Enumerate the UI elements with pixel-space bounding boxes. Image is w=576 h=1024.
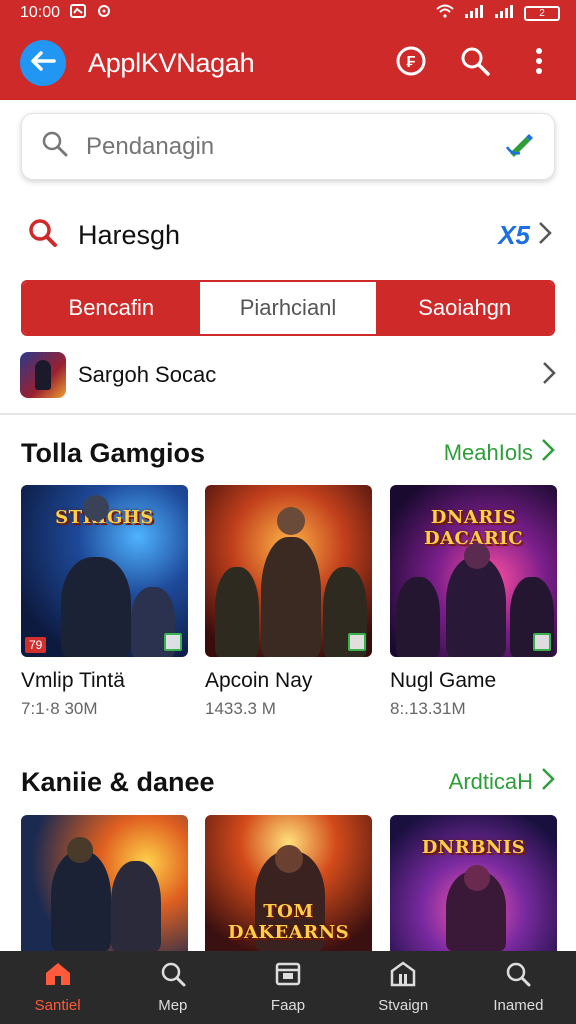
featured-label: Sargoh Socac — [78, 362, 217, 387]
game-name: Apcoin Nay — [205, 669, 313, 692]
more-button[interactable] — [522, 46, 556, 80]
segment-tab-1[interactable]: Bencafin — [23, 282, 200, 334]
chevron-right-icon — [541, 438, 555, 468]
game-card-art — [21, 815, 188, 951]
filter-header[interactable]: Haresgh X5 — [28, 212, 552, 258]
app-bar: ApplKVNagah ₣ — [0, 26, 576, 100]
section-title: Tolla Gamgios — [21, 437, 206, 468]
wifi-icon — [436, 4, 454, 23]
signal-icon-2 — [494, 4, 514, 23]
coin-button[interactable]: ₣ — [394, 46, 428, 80]
nav-label: Mep — [158, 997, 188, 1014]
chevron-right-icon — [542, 361, 556, 390]
section-header-1: Tolla Gamgios MeahIols — [21, 433, 555, 473]
home-icon — [44, 961, 72, 991]
verified-icon — [533, 633, 551, 651]
search-icon — [160, 961, 186, 991]
game-badge: 79 — [25, 637, 47, 653]
nav-item-home[interactable]: Santiel — [0, 951, 115, 1024]
section-title: Kaniie & danee — [21, 766, 215, 797]
settings-icon — [96, 3, 112, 24]
voice-edit-icon[interactable] — [504, 129, 534, 164]
section-link-label: ArdticaH — [448, 769, 533, 794]
chevron-right-icon — [538, 221, 552, 250]
game-card-art — [205, 485, 372, 657]
game-card-art: STRIGHS 79 — [21, 485, 188, 657]
nav-item-map[interactable]: Mep — [115, 951, 230, 1024]
app-title: ApplKVNagah — [88, 47, 255, 78]
nav-label: Stvaign — [378, 997, 429, 1014]
bottom-navigation: Santiel Mep Faap Stvaign Inamed — [0, 951, 576, 1024]
search-icon — [505, 961, 531, 991]
search-button[interactable] — [458, 46, 492, 80]
filter-title: Haresgh — [78, 219, 181, 250]
segmented-control: Bencafin Piarhcianl Saoiahgn — [21, 280, 555, 336]
verified-icon — [164, 633, 182, 651]
status-bar: 10:00 2 — [0, 0, 576, 26]
divider — [0, 413, 576, 415]
game-card[interactable]: Apcoin Nay 1433.3 M — [205, 485, 372, 719]
status-time: 10:00 — [20, 4, 61, 21]
verified-icon — [348, 633, 366, 651]
section-link-label: MeahIols — [443, 440, 533, 465]
signal-icon — [464, 4, 484, 23]
search-box[interactable] — [21, 113, 555, 180]
game-card-art: DNARIS DACARIC — [390, 485, 557, 657]
game-card[interactable]: DNRBNIS — [390, 815, 557, 951]
chevron-right-icon — [541, 767, 555, 797]
nav-label: Faap — [270, 997, 306, 1014]
game-card-art: DNRBNIS — [390, 815, 557, 951]
nav-item-apps[interactable]: Faap — [230, 951, 345, 1024]
coin-icon: ₣ — [395, 45, 427, 82]
game-card[interactable]: STRIGHS 79 Vmlip Tintä 7:1·8 30M — [21, 485, 188, 719]
nav-item-named[interactable]: Inamed — [461, 951, 576, 1024]
search-icon — [460, 46, 490, 81]
game-size: 8:.13.31M — [390, 699, 466, 718]
featured-thumbnail — [20, 352, 66, 398]
segment-tab-2[interactable]: Piarhcianl — [199, 282, 377, 334]
battery-icon: 2 — [524, 5, 560, 21]
folder-icon — [275, 961, 301, 991]
back-button[interactable] — [20, 40, 66, 86]
game-card[interactable]: DNARIS DACARIC Nugl Game 8:.13.31M — [390, 485, 557, 719]
segment-tab-3[interactable]: Saoiahgn — [376, 282, 553, 334]
nav-label: Santiel — [34, 997, 81, 1014]
search-input[interactable] — [86, 132, 504, 161]
back-arrow-icon — [30, 50, 56, 77]
nav-item-store[interactable]: Stvaign — [346, 951, 461, 1024]
game-art-title: TOM DAKEARNS — [227, 901, 350, 943]
section-more-link[interactable]: MeahIols — [444, 438, 555, 468]
filter-count: X5 — [498, 219, 530, 250]
game-size: 7:1·8 30M — [21, 699, 98, 718]
game-card[interactable]: TOM DAKEARNS — [205, 815, 372, 951]
game-card-art: TOM DAKEARNS — [205, 815, 372, 951]
search-icon — [28, 218, 58, 253]
notification-icon — [70, 3, 87, 23]
featured-row[interactable]: Sargoh Socac — [20, 350, 556, 400]
game-size: 1433.3 M — [205, 699, 276, 718]
game-name: Vmlip Tintä — [21, 669, 125, 692]
store-icon — [390, 961, 416, 991]
nav-label: Inamed — [493, 997, 544, 1014]
more-vert-icon — [535, 47, 543, 80]
game-art-title: DNRBNIS — [421, 837, 526, 858]
svg-text:₣: ₣ — [407, 54, 416, 71]
game-name: Nugl Game — [390, 669, 497, 692]
section-more-link[interactable]: ArdticaH — [449, 767, 555, 797]
search-icon — [42, 131, 68, 162]
game-card[interactable] — [21, 815, 188, 951]
section-header-2: Kaniie & danee ArdticaH — [21, 762, 555, 802]
